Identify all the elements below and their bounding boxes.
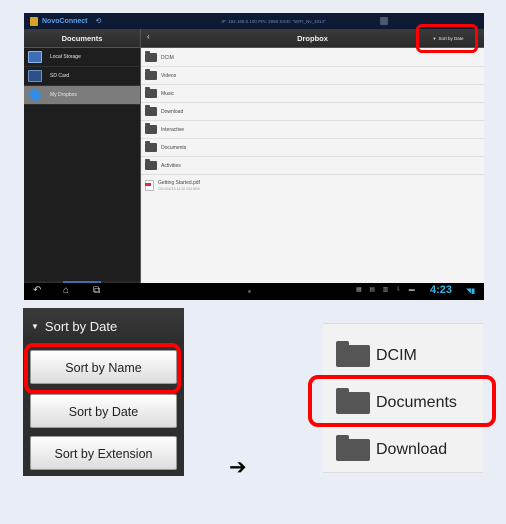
wifi-icon: ◥▮ [466, 288, 476, 295]
documents-highlight [308, 375, 496, 427]
menu-dot-icon [248, 290, 251, 293]
novoconnect-app-icon [30, 16, 38, 26]
right-arrow-icon: ➔ [229, 456, 247, 479]
pdf-file-info: Getting Started.pdf 2014/02/13 14:32 243… [158, 180, 200, 191]
storage-pane: Documents Local Storage SD Card My Dropb… [24, 29, 140, 299]
file-browser-header: ‹ Dropbox ▼ Sort by Date [141, 24, 484, 53]
folder-icon [145, 69, 157, 80]
list-item[interactable]: DCIM [323, 333, 483, 379]
storage-item-label: My Dropbox [50, 92, 77, 98]
storage-pane-title: Documents [24, 29, 140, 48]
list-item[interactable]: Download [323, 427, 483, 473]
list-item[interactable]: Music [141, 85, 484, 103]
storage-item-label: SD Card [50, 73, 70, 79]
storage-item-sd-card[interactable]: SD Card [24, 67, 140, 86]
folder-name: Interactive [161, 126, 185, 133]
home-icon[interactable]: ⌂ [63, 285, 69, 297]
folder-icon [145, 141, 157, 152]
file-browser-pane: ‹ Dropbox ▼ Sort by Date DCIM Videos Musi… [140, 24, 484, 283]
folder-icon [145, 87, 157, 98]
list-item[interactable]: Videos [141, 67, 484, 85]
sd-card-icon [28, 70, 42, 82]
tablet-screenshot: NovoConnect ⟲ IP: 192.168.0.100 PIN: 295… [24, 13, 484, 300]
list-item[interactable]: Activities [141, 157, 484, 175]
dropbox-icon [28, 88, 42, 102]
file-name: Getting Started.pdf [158, 180, 200, 186]
file-list: DCIM Videos Music Download Interactive D… [141, 49, 484, 196]
sort-menu-header-label: Sort by Date [44, 318, 118, 334]
list-item[interactable]: Download [141, 103, 484, 121]
connection-info: IP: 192.168.0.100 PIN: 2956 SSID: "WIFI_… [221, 18, 326, 24]
clock: 4:23 [430, 284, 453, 296]
folder-name: Activities [161, 162, 181, 169]
android-nav-bar: ↶ ⌂ ⧉ ▦ ▤ ▥ ⇩ ▬ 4:23 ◥▮ [24, 283, 484, 300]
sort-by-extension-option[interactable]: Sort by Extension [30, 436, 177, 470]
app-name: NovoConnect [42, 17, 88, 25]
folder-icon [336, 435, 370, 461]
folder-name: Documents [161, 144, 187, 151]
back-icon[interactable]: ↶ [33, 285, 41, 297]
pdf-file-icon [145, 180, 154, 191]
storage-item-label: Local Storage [50, 54, 81, 60]
folder-name: Videos [161, 72, 177, 79]
recent-apps-icon[interactable]: ⧉ [93, 285, 100, 297]
folder-name: Download [376, 441, 448, 458]
triangle-down-icon: ▼ [31, 321, 39, 331]
list-item[interactable]: Getting Started.pdf 2014/02/13 14:32 243… [141, 175, 484, 196]
sort-menu-header[interactable]: ▼ Sort by Date [23, 308, 184, 344]
folder-icon [145, 51, 157, 62]
status-bar: NovoConnect ⟲ IP: 192.168.0.100 PIN: 295… [24, 13, 484, 29]
file-meta: 2014/02/13 14:32 243.5KB [158, 187, 200, 191]
list-item[interactable]: Documents [141, 139, 484, 157]
sync-icon: ⟲ [95, 18, 102, 25]
folder-name: DCIM [376, 346, 417, 364]
sort-by-date-option[interactable]: Sort by Date [30, 394, 177, 428]
storage-item-local[interactable]: Local Storage [24, 48, 140, 67]
folder-name: Download [161, 108, 184, 115]
folder-name: DCIM [161, 54, 174, 61]
folder-icon [145, 123, 157, 134]
list-item[interactable]: DCIM [141, 49, 484, 67]
folder-name: Music [161, 90, 175, 97]
folder-icon [145, 159, 157, 170]
sort-by-name-highlight [24, 343, 181, 394]
list-item[interactable]: Interactive [141, 121, 484, 139]
tablet-storage-icon [28, 51, 42, 63]
storage-item-dropbox[interactable]: My Dropbox [24, 86, 140, 105]
folder-icon [336, 340, 370, 367]
notification-icon[interactable] [380, 17, 388, 25]
folder-icon [145, 105, 157, 116]
system-tray-icons: ▦ ▤ ▥ ⇩ ▬ [356, 287, 418, 293]
